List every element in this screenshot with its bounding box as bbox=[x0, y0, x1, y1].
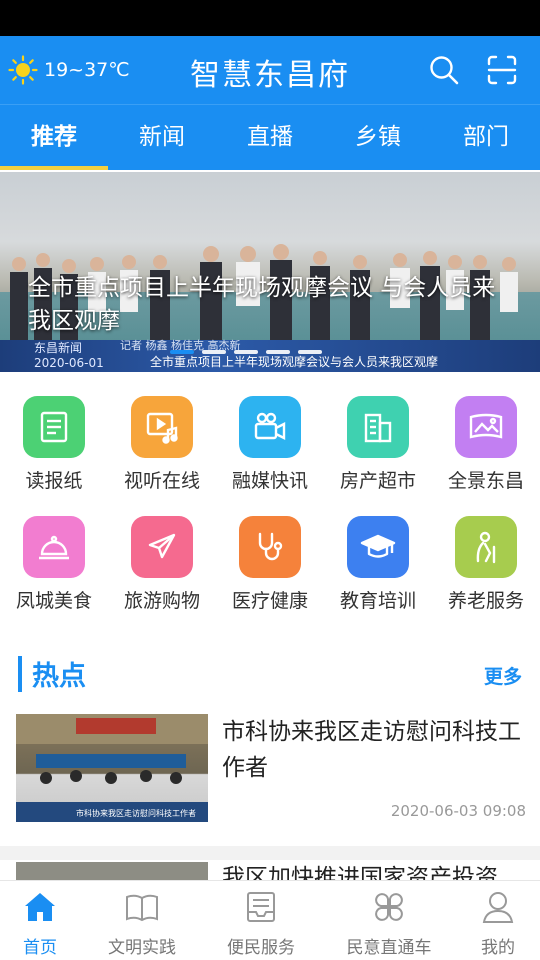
nav-label: 首页 bbox=[23, 938, 57, 958]
news-thumbnail bbox=[16, 862, 208, 880]
bottom-navigation: 首页 文明实践 便民服务 民意直通车 我的 bbox=[0, 880, 540, 960]
grid-label: 读报纸 bbox=[25, 470, 83, 492]
stethoscope-icon bbox=[239, 516, 301, 578]
banner-news-strip: 东昌新闻 2020-06-01 记者 杨鑫 杨佳克 高杰新 全市重点项目上半年现… bbox=[0, 339, 540, 372]
nav-label: 民意直通车 bbox=[346, 938, 432, 958]
banner-channel: 东昌新闻 bbox=[34, 341, 83, 355]
scan-icon bbox=[487, 55, 517, 85]
tab-live[interactable]: 直播 bbox=[216, 105, 324, 171]
video-camera-icon bbox=[239, 396, 301, 458]
nav-profile[interactable]: 我的 bbox=[444, 881, 540, 960]
inbox-icon bbox=[241, 887, 281, 927]
grid-label: 全景东昌 bbox=[447, 470, 524, 492]
nav-home[interactable]: 首页 bbox=[0, 881, 94, 960]
banner-caption: 全市重点项目上半年现场观摩会议 与会人员来我区观摩 bbox=[28, 275, 496, 334]
grid-label: 视听在线 bbox=[123, 470, 200, 492]
building-icon bbox=[347, 396, 409, 458]
grid-label: 旅游购物 bbox=[123, 590, 200, 612]
tab-recommend[interactable]: 推荐 bbox=[0, 105, 108, 171]
banner-ticker: 全市重点项目上半年现场观摩会议与会人员来我区观摩 bbox=[150, 355, 439, 369]
tab-towns[interactable]: 乡镇 bbox=[324, 105, 432, 171]
news-thumbnail-photo: 市科协来我区走访慰问科技工作者 bbox=[16, 714, 208, 822]
graduation-cap-icon bbox=[347, 516, 409, 578]
grid-label: 养老服务 bbox=[447, 590, 524, 612]
elderly-icon bbox=[455, 516, 517, 578]
grid-item-elderly[interactable]: 养老服务 bbox=[432, 516, 540, 613]
user-icon bbox=[478, 887, 518, 927]
search-icon bbox=[430, 56, 459, 85]
book-icon bbox=[122, 887, 162, 927]
section-title-hot: 热点 bbox=[32, 661, 86, 692]
music-video-icon bbox=[131, 396, 193, 458]
newspaper-icon bbox=[23, 396, 85, 458]
thumb-caption: 市科协来我区走访慰问科技工作者 bbox=[76, 808, 196, 818]
grid-item-food[interactable]: 凤城美食 bbox=[0, 516, 108, 613]
clover-icon bbox=[369, 887, 409, 927]
section-accent-bar bbox=[18, 656, 22, 692]
news-title: 市科协来我区走访慰问科技工作者 bbox=[222, 719, 521, 781]
nav-label: 文明实践 bbox=[108, 938, 176, 958]
grid-item-av-online[interactable]: 视听在线 bbox=[108, 396, 216, 493]
carousel-dot[interactable] bbox=[170, 350, 194, 354]
grid-item-health[interactable]: 医疗健康 bbox=[216, 516, 324, 613]
divider bbox=[0, 846, 540, 860]
news-time: 2020-06-03 09:08 bbox=[390, 802, 526, 820]
grid-item-newspaper[interactable]: 读报纸 bbox=[0, 396, 108, 493]
nav-public-opinion[interactable]: 民意直通车 bbox=[335, 881, 443, 960]
grid-label: 教育培训 bbox=[339, 590, 416, 612]
carousel-dot[interactable] bbox=[202, 350, 226, 354]
news-thumbnail: 市科协来我区走访慰问科技工作者 bbox=[16, 714, 208, 822]
tab-departments[interactable]: 部门 bbox=[432, 105, 540, 171]
carousel-dot[interactable] bbox=[234, 350, 258, 354]
more-link[interactable]: 更多 bbox=[484, 662, 522, 689]
news-title: 我区加快推进国家资产投资 bbox=[222, 865, 498, 880]
grid-item-media-news[interactable]: 融媒快讯 bbox=[216, 396, 324, 493]
grid-label: 凤城美食 bbox=[15, 590, 92, 612]
news-list-item[interactable]: 我区加快推进国家资产投资 bbox=[0, 860, 540, 880]
grid-label: 医疗健康 bbox=[231, 590, 308, 612]
panorama-icon bbox=[455, 396, 517, 458]
banner-channel-date: 东昌新闻 2020-06-01 bbox=[34, 341, 104, 371]
banner-date: 2020-06-01 bbox=[34, 356, 104, 370]
grid-item-travel[interactable]: 旅游购物 bbox=[108, 516, 216, 613]
grid-item-panorama[interactable]: 全景东昌 bbox=[432, 396, 540, 493]
grid-label: 房产超市 bbox=[339, 470, 416, 492]
banner-carousel[interactable]: 全市重点项目上半年现场观摩会议 与会人员来我区观摩 东昌新闻 2020-06-0… bbox=[0, 172, 540, 372]
grid-item-real-estate[interactable]: 房产超市 bbox=[324, 396, 432, 493]
carousel-dot[interactable] bbox=[298, 350, 322, 354]
status-bar bbox=[0, 0, 540, 36]
active-tab-indicator bbox=[0, 166, 108, 170]
tab-news[interactable]: 新闻 bbox=[108, 105, 216, 171]
search-button[interactable] bbox=[426, 52, 462, 88]
food-cloche-icon bbox=[23, 516, 85, 578]
home-icon bbox=[20, 887, 60, 927]
carousel-dot[interactable] bbox=[266, 350, 290, 354]
scan-button[interactable] bbox=[484, 52, 520, 88]
airplane-icon bbox=[131, 516, 193, 578]
nav-label: 便民服务 bbox=[227, 938, 295, 958]
grid-label: 融媒快讯 bbox=[231, 470, 308, 492]
nav-civilization[interactable]: 文明实践 bbox=[88, 881, 196, 960]
nav-services[interactable]: 便民服务 bbox=[207, 881, 315, 960]
carousel-dots bbox=[170, 350, 322, 354]
nav-label: 我的 bbox=[481, 938, 515, 958]
category-tabs: 推荐 新闻 直播 乡镇 部门 bbox=[0, 104, 540, 170]
grid-item-education[interactable]: 教育培训 bbox=[324, 516, 432, 613]
app-header: 19~37℃ 智慧东昌府 bbox=[0, 36, 540, 104]
